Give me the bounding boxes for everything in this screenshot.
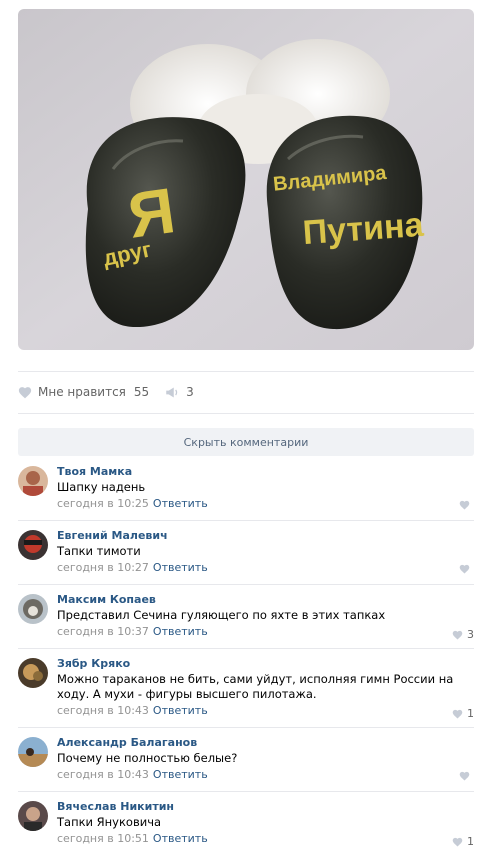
avatar[interactable]: [18, 530, 48, 560]
repost-count: 3: [186, 385, 194, 399]
avatar[interactable]: [18, 737, 48, 767]
comment-author[interactable]: Евгений Малевич: [57, 528, 466, 543]
comment-text: Можно тараканов не бить, сами уйдут, исп…: [57, 672, 454, 701]
comment-like-button[interactable]: [459, 500, 474, 510]
like-button[interactable]: Мне нравится 55: [18, 385, 149, 399]
comment-like-button[interactable]: 1: [452, 707, 474, 720]
reply-link[interactable]: Ответить: [153, 832, 208, 845]
comment-text: Тапки тимоти: [57, 544, 141, 558]
divider: [18, 371, 474, 372]
comment-like-button[interactable]: [459, 771, 474, 781]
comment-author[interactable]: Твоя Мамка: [57, 464, 466, 479]
comment-text: Почему не полностью белые?: [57, 751, 238, 765]
heart-icon: [459, 500, 470, 510]
heart-icon: [452, 709, 463, 719]
divider: [18, 791, 474, 792]
heart-icon: [459, 771, 470, 781]
comment-text: Тапки Януковича: [57, 815, 162, 829]
avatar[interactable]: [18, 594, 48, 624]
like-count: 55: [133, 385, 150, 399]
slippers-image: Я друг Владимира Путина: [18, 9, 474, 350]
comment-author[interactable]: Александр Балаганов: [57, 735, 466, 750]
comment-author[interactable]: Зябр Кряко: [57, 656, 466, 671]
comment-text: Шапку надень: [57, 480, 146, 494]
megaphone-icon: [166, 387, 178, 397]
heart-icon: [452, 630, 463, 640]
reply-link[interactable]: Ответить: [153, 704, 208, 717]
reply-link[interactable]: Ответить: [153, 625, 208, 638]
repost-button[interactable]: 3: [165, 385, 194, 399]
avatar[interactable]: [18, 466, 48, 496]
divider: [18, 727, 474, 728]
comment-like-button[interactable]: 3: [452, 628, 474, 641]
avatar[interactable]: [18, 658, 48, 688]
divider: [18, 648, 474, 649]
heart-icon: [18, 386, 32, 398]
comment-time[interactable]: сегодня в 10:37: [57, 625, 149, 638]
comment-like-count: 1: [467, 835, 474, 848]
reply-link[interactable]: Ответить: [153, 561, 208, 574]
comment-like-count: 1: [467, 707, 474, 720]
comment-text: Представил Сечина гуляющего по яхте в эт…: [57, 608, 386, 622]
avatar[interactable]: [18, 801, 48, 831]
comment-like-count: 3: [467, 628, 474, 641]
divider: [18, 584, 474, 585]
comment-time[interactable]: сегодня в 10:27: [57, 561, 149, 574]
heart-icon: [452, 837, 463, 847]
comment-time[interactable]: сегодня в 10:43: [57, 768, 149, 781]
comment-author[interactable]: Максим Копаев: [57, 592, 466, 607]
comment-like-button[interactable]: [459, 564, 474, 574]
comment-like-button[interactable]: 1: [452, 835, 474, 848]
divider: [18, 413, 474, 414]
post-actions: Мне нравится 55 3: [18, 380, 194, 404]
comment-time[interactable]: сегодня в 10:43: [57, 704, 149, 717]
like-label: Мне нравится: [38, 385, 126, 399]
hide-comments-button[interactable]: Скрыть комментарии: [18, 428, 474, 456]
comment-time[interactable]: сегодня в 10:25: [57, 497, 149, 510]
divider: [18, 520, 474, 521]
comment-author[interactable]: Вячеслав Никитин: [57, 799, 466, 814]
post-photo[interactable]: Я друг Владимира Путина: [18, 9, 474, 350]
heart-icon: [459, 564, 470, 574]
reply-link[interactable]: Ответить: [153, 768, 208, 781]
comment-time[interactable]: сегодня в 10:51: [57, 832, 149, 845]
reply-link[interactable]: Ответить: [153, 497, 208, 510]
